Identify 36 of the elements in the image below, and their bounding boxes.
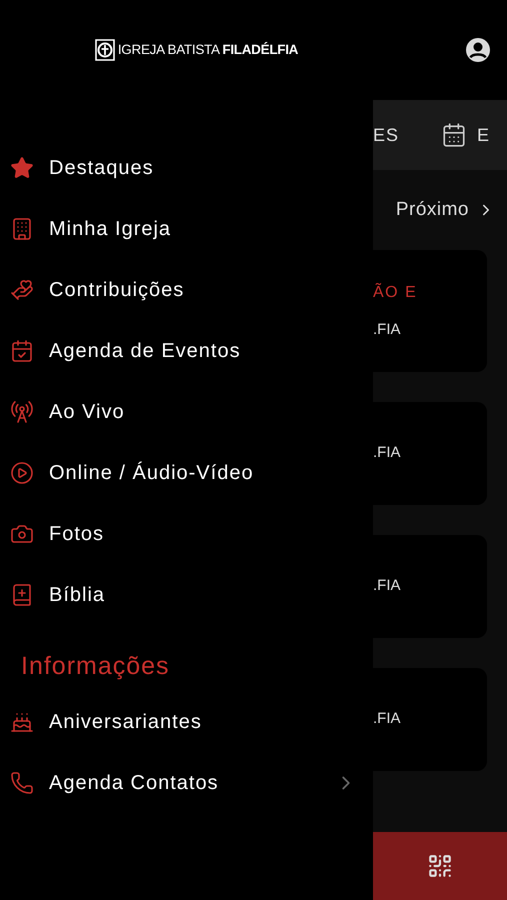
account-icon[interactable] [465,37,491,63]
bible-icon [10,582,34,606]
calendar-icon [441,122,468,148]
star-icon [10,156,34,180]
card-subtitle: .FIA [373,443,402,464]
event-card[interactable]: .FIA [373,535,487,638]
card-title: ÃO E [373,282,418,303]
logo-icon [94,39,115,61]
menu-item[interactable]: Agenda Contatos [49,768,219,798]
calendar-check-icon [10,338,34,362]
event-card[interactable]: .FIA [373,402,487,505]
menu-item[interactable]: Agenda de Eventos [49,336,241,366]
menu-item[interactable]: Minha Igreja [49,214,172,244]
tab[interactable]: E [477,122,490,148]
phone-icon [10,770,34,794]
qr-code-icon[interactable] [427,853,453,879]
event-card[interactable]: ÃO E .FIA [373,250,487,372]
logo-text: IGREJA BATISTA FILADÉLFIA [118,40,298,59]
building-icon [10,216,34,240]
tab[interactable]: ES [373,122,400,148]
radio-tower-icon [10,400,34,424]
card-subtitle: .FIA [373,320,402,340]
menu-item[interactable]: Bíblia [49,580,106,610]
section-title: Informações [21,650,170,682]
menu-item[interactable]: Online / Áudio-Vídeo [49,458,254,488]
menu-item[interactable]: Fotos [49,518,104,548]
card-subtitle: .FIA [373,576,402,596]
hand-heart-icon [10,278,34,302]
next-button[interactable]: Próximo [396,196,495,224]
event-card[interactable]: .FIA [373,668,487,771]
play-icon [10,460,34,484]
menu-item[interactable]: Ao Vivo [49,396,125,426]
menu-item[interactable]: Aniversariantes [49,706,202,736]
menu-item[interactable]: Contribuições [49,274,184,304]
card-subtitle: .FIA [373,709,402,730]
menu-item[interactable]: Destaques [49,152,154,182]
